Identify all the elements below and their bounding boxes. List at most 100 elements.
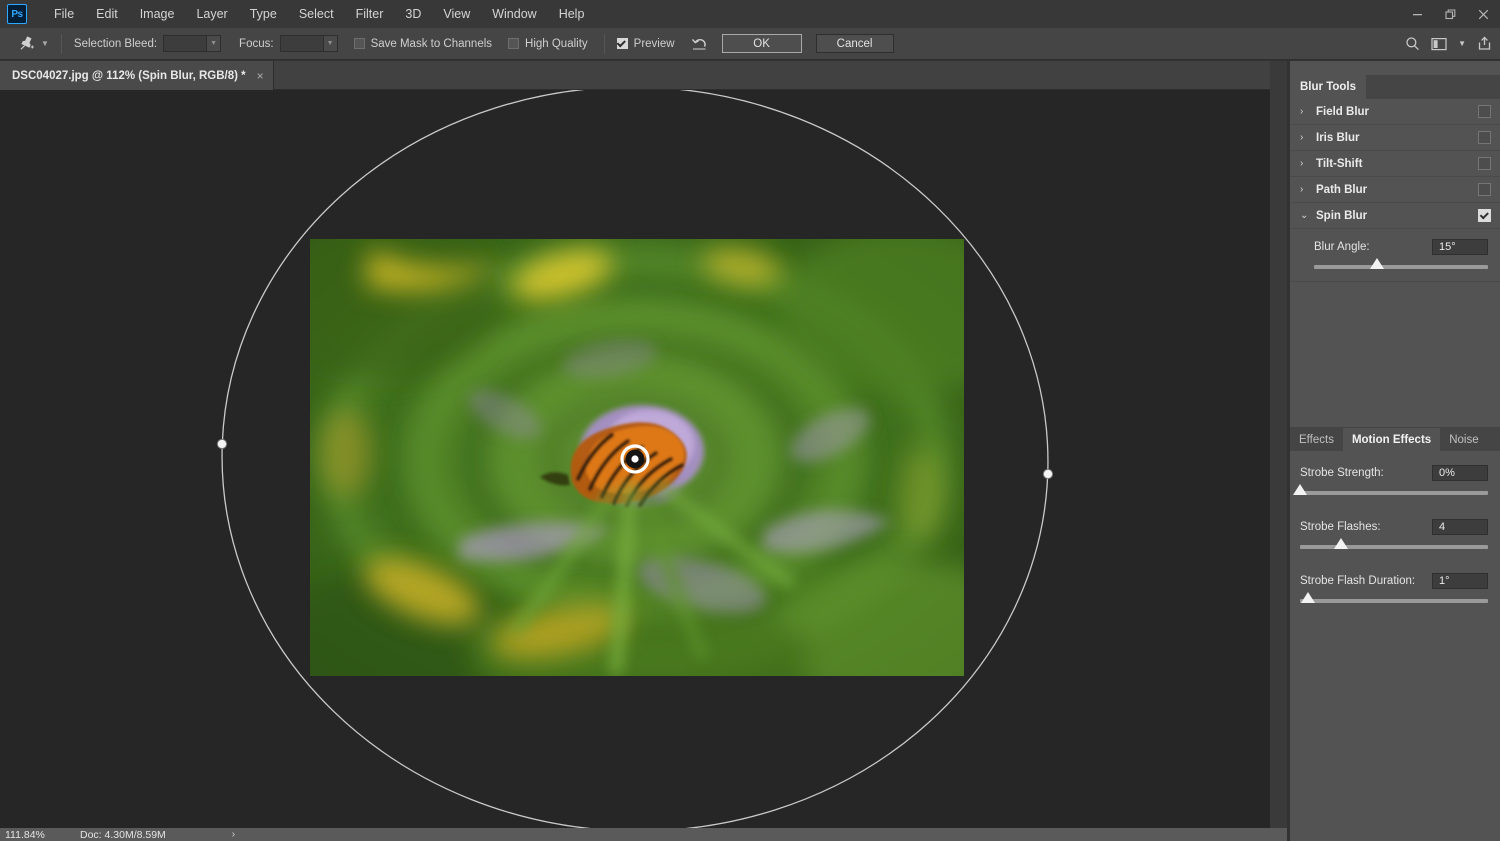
workspace-icon[interactable] [1431, 37, 1447, 51]
tab-noise[interactable]: Noise [1440, 428, 1487, 451]
strobe-flashes-group: Strobe Flashes: 4 [1300, 519, 1488, 549]
chevron-right-icon[interactable]: › [1300, 158, 1316, 169]
blur-row-spin-blur[interactable]: ⌄ Spin Blur [1290, 203, 1500, 229]
status-expand-icon[interactable]: › [232, 829, 235, 840]
blur-angle-slider-thumb[interactable] [1370, 258, 1384, 269]
strobe-flashes-slider-thumb[interactable] [1334, 538, 1348, 549]
menu-window[interactable]: Window [481, 0, 547, 28]
canvas-area[interactable] [0, 90, 1270, 828]
blur-tool-pin-icon [14, 32, 38, 56]
menu-type[interactable]: Type [239, 0, 288, 28]
spin-blur-checkbox[interactable] [1478, 209, 1491, 222]
strobe-strength-slider[interactable] [1300, 491, 1488, 495]
blur-row-tilt-shift[interactable]: › Tilt-Shift [1290, 151, 1500, 177]
effects-panel: Effects Motion Effects Noise Strobe Stre… [1290, 428, 1500, 841]
active-tool-picker[interactable]: ▼ [14, 28, 49, 60]
strobe-flashes-slider[interactable] [1300, 545, 1488, 549]
document-tab-title: DSC04027.jpg @ 112% (Spin Blur, RGB/8) * [12, 70, 246, 82]
restore-icon[interactable] [1434, 0, 1467, 28]
strobe-strength-group: Strobe Strength: 0% [1300, 465, 1488, 495]
chevron-right-icon[interactable]: › [1300, 132, 1316, 143]
options-bar: ▼ Selection Bleed: ▼ Focus: ▼ Save Mask … [0, 28, 1500, 60]
menu-view[interactable]: View [432, 0, 481, 28]
close-icon[interactable]: × [257, 70, 264, 82]
blur-angle-input[interactable]: 15° [1432, 239, 1488, 255]
blur-row-path-blur[interactable]: › Path Blur [1290, 177, 1500, 203]
ok-button[interactable]: OK [722, 34, 802, 53]
chevron-down-icon[interactable]: ▼ [1458, 39, 1466, 48]
right-resize-handle[interactable] [1043, 469, 1052, 478]
blur-tools-tab-row: Blur Tools [1290, 75, 1500, 99]
cancel-button[interactable]: Cancel [816, 34, 894, 53]
strobe-flash-duration-input[interactable]: 1° [1432, 573, 1488, 589]
focus-chevron-down-icon[interactable]: ▼ [323, 36, 337, 51]
title-bar: Ps File Edit Image Layer Type Select Fil… [0, 0, 1500, 28]
menu-filter[interactable]: Filter [345, 0, 395, 28]
blur-row-iris-blur[interactable]: › Iris Blur [1290, 125, 1500, 151]
status-bar: 111.84% Doc: 4.30M/8.59M › [0, 828, 1287, 841]
share-icon[interactable] [1477, 36, 1492, 51]
tab-motion-effects[interactable]: Motion Effects [1343, 428, 1440, 451]
iris-blur-checkbox[interactable] [1478, 131, 1491, 144]
tool-preset-chevron-icon[interactable]: ▼ [41, 39, 49, 48]
menu-file[interactable]: File [43, 0, 85, 28]
minimize-icon[interactable] [1401, 0, 1434, 28]
reset-arrow-icon[interactable] [691, 36, 708, 51]
chevron-down-icon[interactable]: ⌄ [1300, 210, 1316, 221]
spin-blur-settings: Blur Angle: 15° [1290, 229, 1500, 282]
blur-angle-row: Blur Angle: 15° [1314, 239, 1488, 255]
options-divider-1 [61, 34, 62, 54]
strobe-flash-duration-label: Strobe Flash Duration: [1300, 575, 1415, 587]
focus-input[interactable]: ▼ [280, 35, 338, 52]
blur-name-path-blur: Path Blur [1316, 184, 1478, 196]
preview-checkbox[interactable]: Preview [617, 38, 675, 50]
focus-label: Focus: [239, 38, 274, 50]
blur-name-spin-blur: Spin Blur [1316, 210, 1478, 222]
menu-image[interactable]: Image [129, 0, 186, 28]
menu-select[interactable]: Select [288, 0, 345, 28]
chevron-right-icon[interactable]: › [1300, 106, 1316, 117]
strobe-flash-duration-slider[interactable] [1300, 599, 1488, 603]
motion-effects-body: Strobe Strength: 0% Strobe Flashes: 4 [1290, 451, 1500, 603]
search-icon[interactable] [1405, 36, 1420, 51]
strobe-flash-duration-group: Strobe Flash Duration: 1° [1300, 573, 1488, 603]
strobe-flash-duration-slider-thumb[interactable] [1301, 592, 1315, 603]
strobe-strength-input[interactable]: 0% [1432, 465, 1488, 481]
left-resize-handle[interactable] [217, 439, 226, 448]
path-blur-checkbox[interactable] [1478, 183, 1491, 196]
zoom-level[interactable]: 111.84% [0, 829, 80, 841]
selection-bleed-chevron-down-icon[interactable]: ▼ [206, 36, 220, 51]
high-quality-checkbox[interactable]: High Quality [508, 38, 588, 50]
document-tab[interactable]: DSC04027.jpg @ 112% (Spin Blur, RGB/8) *… [0, 61, 274, 90]
effects-tab-row: Effects Motion Effects Noise [1290, 428, 1500, 451]
save-mask-label: Save Mask to Channels [371, 38, 492, 50]
high-quality-checkbox-box [508, 38, 519, 49]
blur-angle-slider[interactable] [1314, 265, 1488, 269]
menu-layer[interactable]: Layer [185, 0, 238, 28]
tab-row-filler [1366, 75, 1500, 99]
selection-bleed-input[interactable]: ▼ [163, 35, 221, 52]
close-icon[interactable] [1467, 0, 1500, 28]
strobe-strength-label: Strobe Strength: [1300, 467, 1384, 479]
menu-3d[interactable]: 3D [394, 0, 432, 28]
menu-edit[interactable]: Edit [85, 0, 129, 28]
save-mask-to-channels-checkbox[interactable]: Save Mask to Channels [354, 38, 492, 50]
chevron-right-icon[interactable]: › [1300, 184, 1316, 195]
strobe-flashes-label: Strobe Flashes: [1300, 521, 1381, 533]
document-image [310, 239, 964, 676]
menu-help[interactable]: Help [548, 0, 596, 28]
photoshop-window: Ps File Edit Image Layer Type Select Fil… [0, 0, 1500, 841]
save-mask-checkbox-box [354, 38, 365, 49]
strobe-strength-slider-thumb[interactable] [1293, 484, 1307, 495]
tab-blur-tools[interactable]: Blur Tools [1290, 75, 1366, 99]
tilt-shift-checkbox[interactable] [1478, 157, 1491, 170]
options-divider-2 [604, 34, 605, 54]
blur-row-field-blur[interactable]: › Field Blur [1290, 99, 1500, 125]
document-tab-strip: DSC04027.jpg @ 112% (Spin Blur, RGB/8) *… [0, 61, 1287, 90]
preview-checkbox-box [617, 38, 628, 49]
window-controls [1401, 0, 1500, 28]
options-right-icons: ▼ [1405, 36, 1492, 51]
tab-effects[interactable]: Effects [1290, 428, 1343, 451]
field-blur-checkbox[interactable] [1478, 105, 1491, 118]
strobe-flashes-input[interactable]: 4 [1432, 519, 1488, 535]
